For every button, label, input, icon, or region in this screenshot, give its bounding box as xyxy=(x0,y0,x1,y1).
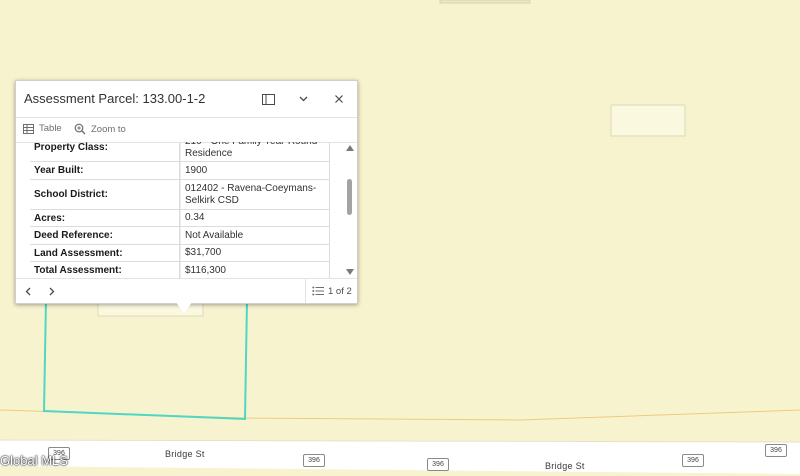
attribute-table: Property Class: 210 - One Family Year-Ro… xyxy=(30,142,330,279)
route-shield: 396 xyxy=(427,458,449,471)
table-row: Year Built: 1900 xyxy=(30,162,330,180)
table-row: School District: 012402 - Ravena-Coeyman… xyxy=(30,180,330,210)
field-label: Property Class: xyxy=(30,142,180,161)
scroll-down-icon[interactable] xyxy=(346,269,354,275)
chevron-down-icon xyxy=(299,96,307,102)
table-icon xyxy=(23,123,34,134)
field-label: Land Assessment: xyxy=(30,245,180,261)
field-label: Acres: xyxy=(30,210,180,226)
popup-footer: 1 of 2 xyxy=(16,278,357,303)
route-shield: 396 xyxy=(765,444,787,457)
route-number: 396 xyxy=(687,457,699,464)
zoom-icon xyxy=(74,123,86,135)
popup-actions: Table Zoom to xyxy=(16,117,357,143)
popup-content[interactable]: Property Class: 210 - One Family Year-Ro… xyxy=(16,142,357,279)
building-footprint xyxy=(439,0,531,4)
field-value: 1900 xyxy=(180,162,330,179)
field-label: Year Built: xyxy=(30,162,180,179)
scrollbar-thumb[interactable] xyxy=(347,179,352,215)
watermark: Global MLS xyxy=(0,453,68,468)
collapse-button[interactable] xyxy=(294,90,312,108)
popup-header: Assessment Parcel: 133.00-1-2 xyxy=(16,81,357,117)
list-icon xyxy=(312,286,324,296)
field-value: 0.34 xyxy=(180,210,330,226)
dock-icon xyxy=(261,93,275,105)
popup-pointer xyxy=(176,302,192,314)
dock-button[interactable] xyxy=(259,90,277,108)
feature-pager[interactable]: 1 of 2 xyxy=(305,279,357,303)
previous-feature-button[interactable] xyxy=(21,284,35,298)
table-action[interactable]: Table xyxy=(23,123,62,134)
field-value: Not Available xyxy=(180,227,330,244)
close-button[interactable] xyxy=(330,90,348,108)
street-label: Bridge St xyxy=(545,461,585,471)
popup-title: Assessment Parcel: 133.00-1-2 xyxy=(24,91,206,106)
table-row: Property Class: 210 - One Family Year-Ro… xyxy=(30,142,330,162)
route-number: 396 xyxy=(432,461,444,468)
zoom-to-action[interactable]: Zoom to xyxy=(74,123,126,135)
pager-text: 1 of 2 xyxy=(328,285,352,297)
parcel-popup: Assessment Parcel: 133.00-1-2 Table Zoom… xyxy=(15,80,358,304)
scroll-up-icon[interactable] xyxy=(346,145,354,151)
next-icon xyxy=(49,287,55,295)
field-label: School District: xyxy=(30,180,180,209)
field-value: 210 - One Family Year-Round Residence xyxy=(180,142,330,161)
route-shield: 396 xyxy=(682,454,704,467)
next-feature-button[interactable] xyxy=(45,284,59,298)
scrollbar[interactable] xyxy=(343,142,357,279)
field-label: Total Assessment: xyxy=(30,262,180,279)
zoom-to-label: Zoom to xyxy=(91,123,126,135)
field-value: 012402 - Ravena-Coeymans-Selkirk CSD xyxy=(180,180,330,209)
field-value: $31,700 xyxy=(180,245,330,261)
table-action-label: Table xyxy=(39,123,62,134)
table-row: Land Assessment: $31,700 xyxy=(30,245,330,262)
route-number: 396 xyxy=(308,457,320,464)
street-label: Bridge St xyxy=(165,449,205,459)
close-icon xyxy=(335,95,343,103)
field-value: $116,300 xyxy=(180,262,330,279)
table-row: Total Assessment: $116,300 xyxy=(30,262,330,279)
building-footprint xyxy=(610,104,686,137)
prev-icon xyxy=(25,287,31,295)
field-label: Deed Reference: xyxy=(30,227,180,244)
table-row: Deed Reference: Not Available xyxy=(30,227,330,245)
table-row: Acres: 0.34 xyxy=(30,210,330,227)
route-shield: 396 xyxy=(303,454,325,467)
route-number: 396 xyxy=(770,447,782,454)
